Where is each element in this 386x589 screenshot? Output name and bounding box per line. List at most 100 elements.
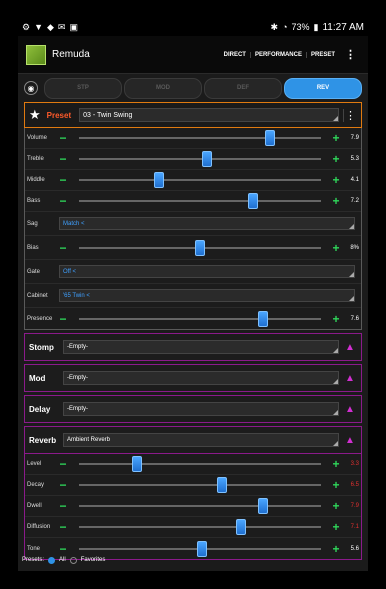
dropdown-corner-icon: [349, 224, 354, 229]
slider-row: Decay − +6.5: [25, 475, 361, 496]
app-bar: Remuda DIRECT PERFORMANCE PRESET ⋮: [18, 36, 368, 74]
slider-value: 7.2: [350, 198, 359, 204]
cabinet-select[interactable]: '65 Twin <: [59, 289, 355, 302]
slider-track[interactable]: [79, 239, 321, 256]
dropdown-corner-icon: [333, 348, 338, 353]
menu-direct[interactable]: DIRECT: [220, 51, 251, 58]
slider-track[interactable]: [79, 477, 321, 493]
slider-track[interactable]: [79, 193, 321, 209]
amp-tab-icon[interactable]: ◉: [24, 81, 38, 95]
slider-track[interactable]: [79, 519, 321, 535]
stomp-block: Stomp -Empty- ▲: [24, 333, 362, 361]
stomp-select[interactable]: -Empty-: [63, 340, 339, 354]
menu-preset[interactable]: PRESET: [307, 52, 339, 58]
slider-thumb[interactable]: [216, 477, 227, 493]
slider-track[interactable]: [79, 456, 321, 472]
decrement-button[interactable]: −: [55, 241, 71, 255]
tab-stp[interactable]: STP: [44, 77, 122, 99]
increment-button[interactable]: +: [329, 542, 343, 556]
slider-row: Level − +3.3: [25, 454, 361, 475]
presets-label: Presets:: [22, 557, 45, 563]
increment-button[interactable]: +: [329, 499, 343, 513]
increment-button[interactable]: +: [329, 520, 343, 534]
tab-def[interactable]: DEF: [204, 77, 282, 99]
increment-button[interactable]: +: [329, 478, 343, 492]
top-menu: DIRECT PERFORMANCE PRESET ⋮: [220, 48, 360, 61]
block-title: Reverb: [29, 435, 57, 445]
slider-thumb[interactable]: [195, 239, 205, 256]
preset-menu-icon[interactable]: ⋮: [343, 108, 357, 122]
slider-track[interactable]: [79, 172, 321, 188]
expand-icon[interactable]: ▲: [343, 371, 357, 385]
decrement-button[interactable]: −: [55, 499, 71, 513]
dropdown-corner-icon: [349, 272, 354, 277]
slider-value: 7.9: [350, 135, 359, 141]
slider-thumb[interactable]: [197, 540, 208, 557]
dropdown-corner-icon: [333, 410, 338, 415]
slider-thumb[interactable]: [257, 498, 268, 514]
decrement-button[interactable]: −: [55, 312, 71, 326]
block-title: Mod: [29, 373, 46, 383]
slider-thumb[interactable]: [257, 310, 268, 327]
overflow-menu-icon[interactable]: ⋮: [339, 48, 360, 61]
cabinet-value: '65 Twin <: [63, 292, 90, 299]
increment-button[interactable]: +: [329, 241, 343, 255]
slider-track[interactable]: [79, 498, 321, 514]
slider-value: 7.1: [350, 524, 359, 530]
slider-value: 7.6: [350, 315, 359, 322]
slider-track[interactable]: [79, 130, 321, 146]
all-radio[interactable]: [48, 556, 56, 564]
menu-performance[interactable]: PERFORMANCE: [251, 51, 307, 58]
reverb-select[interactable]: Ambient Reverb: [63, 433, 339, 447]
delay-block: Delay -Empty- ▲: [24, 395, 362, 423]
slider-row: Volume − +7.9: [25, 128, 361, 149]
battery-level: 73%: [291, 22, 310, 32]
increment-button[interactable]: +: [329, 312, 343, 326]
slider-thumb[interactable]: [132, 456, 143, 472]
increment-button[interactable]: +: [329, 131, 343, 145]
slider-track[interactable]: [79, 151, 321, 167]
dropdown-corner-icon: [349, 296, 354, 301]
decrement-button[interactable]: −: [55, 152, 71, 166]
increment-button[interactable]: +: [329, 457, 343, 471]
slider-thumb[interactable]: [236, 519, 247, 535]
preset-label: Preset: [46, 110, 72, 120]
gate-select[interactable]: Off <: [59, 265, 355, 278]
slider-track[interactable]: [79, 310, 321, 327]
settings-icon: ⚙: [22, 21, 31, 32]
slider-thumb[interactable]: [265, 130, 276, 146]
tab-rev[interactable]: REV: [284, 77, 362, 99]
mod-value: -Empty-: [67, 375, 88, 381]
sag-select[interactable]: Match <: [59, 217, 355, 230]
collapse-icon[interactable]: ▲: [343, 433, 357, 447]
decrement-button[interactable]: −: [55, 173, 71, 187]
increment-button[interactable]: +: [329, 194, 343, 208]
delay-value: -Empty-: [67, 406, 88, 412]
favorites-radio[interactable]: [69, 556, 77, 564]
decrement-button[interactable]: −: [55, 194, 71, 208]
expand-icon[interactable]: ▲: [343, 402, 357, 416]
increment-button[interactable]: +: [329, 152, 343, 166]
slider-value: 5.3: [350, 156, 359, 162]
tab-mod[interactable]: MOD: [124, 77, 202, 99]
mod-select[interactable]: -Empty-: [63, 371, 339, 385]
decrement-button[interactable]: −: [55, 520, 71, 534]
decrement-button[interactable]: −: [55, 478, 71, 492]
delay-select[interactable]: -Empty-: [63, 402, 339, 416]
main-content: ★ Preset 03 - Twin Swing ⋮ Volume − +7.9 T…: [24, 102, 362, 560]
decrement-button[interactable]: −: [55, 457, 71, 471]
slider-track[interactable]: [79, 540, 321, 557]
amp-panel: Volume − +7.9 Treble − +5.3 Middle − +4.1 Bass…: [24, 128, 362, 330]
expand-icon[interactable]: ▲: [343, 340, 357, 354]
slider-thumb[interactable]: [153, 172, 164, 188]
increment-button[interactable]: +: [329, 173, 343, 187]
preset-select[interactable]: 03 - Twin Swing: [79, 108, 339, 122]
slider-thumb[interactable]: [248, 193, 259, 209]
favorite-star-icon[interactable]: ★: [29, 107, 41, 123]
slider-thumb[interactable]: [202, 151, 213, 167]
decrement-button[interactable]: −: [55, 131, 71, 145]
slider-value: 3.3: [350, 461, 359, 467]
slider-row: Bass − +7.2: [25, 191, 361, 212]
preset-value: 03 - Twin Swing: [83, 111, 133, 119]
dropdown-corner-icon: [333, 441, 338, 446]
